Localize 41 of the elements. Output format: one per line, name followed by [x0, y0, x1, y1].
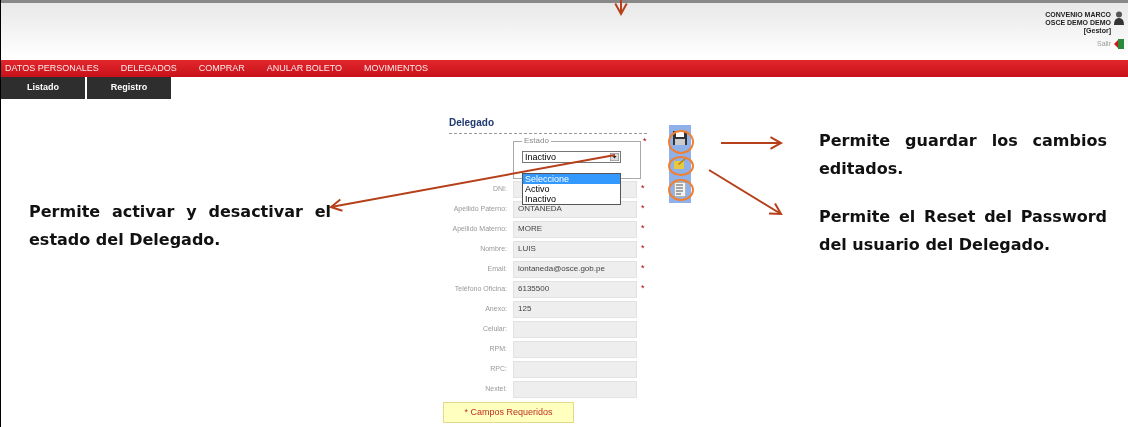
nav-link[interactable]: DATOS PERSONALES: [1, 61, 117, 76]
text-field[interactable]: [513, 320, 637, 338]
annotation-arrow: [614, 0, 628, 17]
estado-legend: Estado: [522, 135, 551, 147]
text-field[interactable]: lontaneda@osce.gob.pe: [513, 260, 637, 278]
text-field[interactable]: [513, 340, 637, 358]
estado-select[interactable]: Inactivo: [522, 151, 621, 163]
required-mark: *: [641, 202, 645, 216]
text-field[interactable]: [513, 380, 637, 398]
form-title: Delegado: [449, 115, 647, 134]
text-field[interactable]: 6135500: [513, 280, 637, 298]
sub-tab[interactable]: Listado: [1, 77, 85, 99]
dropdown-option[interactable]: Activo: [523, 184, 620, 194]
document-icon[interactable]: [674, 181, 686, 197]
highlight-circle: [668, 130, 694, 154]
required-mark: *: [641, 182, 645, 196]
nav-link[interactable]: MOVIMIENTOS: [360, 61, 446, 76]
text-field[interactable]: LUIS: [513, 240, 637, 258]
highlight-circle: [668, 156, 694, 176]
text-field[interactable]: MORE: [513, 220, 637, 238]
nav-link[interactable]: ANULAR BOLETO: [262, 61, 361, 76]
required-mark: *: [641, 222, 645, 236]
highlight-circle: [668, 179, 694, 201]
annotation-arrow: [720, 136, 784, 150]
nav-link[interactable]: DELEGADOS: [116, 61, 195, 76]
text-field[interactable]: [513, 360, 637, 378]
dropdown-caret-icon: [610, 153, 619, 161]
required-mark: *: [641, 282, 645, 296]
text-field[interactable]: 125: [513, 300, 637, 318]
exit-icon: [1114, 39, 1124, 50]
required-mark: *: [643, 135, 647, 148]
required-note: * Campos Requeridos: [443, 402, 574, 423]
annotation-text: Permite guardar los cambios editados.: [819, 130, 1107, 180]
edit-icon[interactable]: [674, 158, 686, 169]
required-mark: *: [641, 242, 645, 256]
nav-link[interactable]: COMPRAR: [194, 61, 263, 76]
sub-tab[interactable]: Registro: [87, 77, 171, 99]
annotation-text: Permite activar y desactivar el estado del Delegado.: [29, 201, 331, 251]
required-mark: *: [641, 262, 645, 276]
annotation-text: Permite el Reset del Password del usuario del Delegado.: [819, 206, 1107, 256]
user-icon: [1114, 11, 1124, 25]
